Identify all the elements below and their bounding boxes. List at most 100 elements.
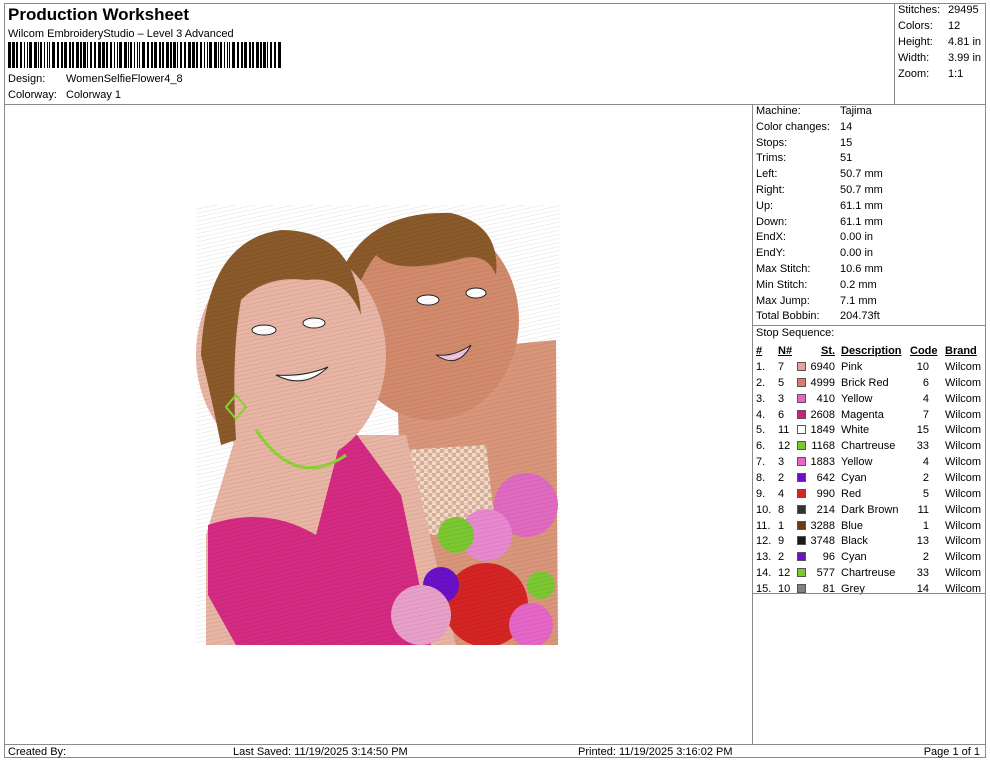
summary-value: 4.81 in: [948, 36, 982, 48]
machine-info-label: Color changes:: [756, 120, 830, 133]
stop-stitches: 2608: [810, 408, 835, 421]
barcode-bar: [137, 42, 138, 68]
stop-description: Dark Brown: [841, 503, 899, 516]
barcode-bar: [72, 42, 74, 68]
stop-sequence-end: [752, 593, 986, 594]
machine-info-value: 14: [840, 120, 853, 133]
machine-info-value: 0.00 in: [840, 247, 874, 260]
stop-row: 12. 9 3748 Black 13 Wilcom: [755, 533, 985, 549]
stop-stitches: 4999: [810, 376, 835, 389]
barcode-bar: [29, 42, 32, 68]
barcode-bar: [83, 42, 86, 68]
col-brand-header: Brand: [945, 345, 977, 357]
stop-needle: 5: [778, 376, 785, 389]
stitch-texture: [196, 205, 560, 645]
col-code-header: Code: [910, 345, 938, 357]
stop-num: 7.: [756, 456, 766, 469]
barcode-bar: [270, 42, 272, 68]
barcode-bar: [237, 42, 239, 68]
barcode-bar: [80, 42, 82, 68]
barcode-bar: [249, 42, 251, 68]
summary-value: 29495: [948, 4, 979, 16]
machine-info-label: Machine:: [756, 105, 801, 117]
machine-info-value: 7.1 mm: [840, 294, 877, 307]
machine-info-label: EndY:: [756, 247, 786, 260]
barcode-bar: [34, 42, 37, 68]
stop-needle: 2: [778, 551, 785, 564]
stop-row: 14. 12 577 Chartreuse 33 Wilcom: [755, 565, 985, 581]
barcode-bar: [102, 42, 105, 68]
color-swatch: [797, 472, 806, 482]
barcode-bar: [49, 42, 50, 68]
stop-description: Yellow: [841, 392, 873, 405]
barcode-bar: [188, 42, 191, 68]
stop-stitches: 6940: [810, 361, 835, 373]
barcode-bar: [274, 42, 276, 68]
barcode-bar: [159, 42, 161, 68]
barcode-bar: [117, 42, 118, 68]
stop-stitches: 990: [816, 487, 835, 500]
color-swatch: [797, 583, 806, 593]
stop-description: White: [841, 424, 870, 437]
barcode-bar: [47, 42, 48, 68]
machine-info-value: 50.7 mm: [840, 184, 883, 196]
barcode-bar: [184, 42, 186, 68]
barcode-bar: [241, 42, 243, 68]
stop-brand: Wilcom: [945, 440, 982, 453]
color-swatch: [797, 393, 806, 403]
barcode-bar: [106, 42, 108, 68]
stop-row: 7. 3 1883 Yellow 4 Wilcom: [755, 454, 985, 470]
stop-num: 10.: [756, 503, 772, 516]
summary-label: Zoom:: [898, 68, 930, 80]
machine-info-value: 15: [840, 136, 853, 149]
stop-description: Red: [841, 487, 862, 500]
barcode-bar: [64, 42, 67, 68]
stop-needle: 2: [778, 471, 785, 484]
stop-code: 10: [916, 361, 929, 373]
stop-needle: 11: [778, 424, 790, 437]
stop-stitches: 3748: [810, 535, 835, 548]
stop-stitches: 1883: [810, 456, 835, 469]
color-swatch: [797, 377, 806, 387]
barcode-bar: [20, 42, 22, 68]
barcode-bar: [177, 42, 178, 68]
col-num-header: #: [756, 345, 763, 357]
stop-row: 10. 8 214 Dark Brown 11 Wilcom: [755, 502, 985, 518]
stop-needle: 10: [778, 582, 791, 595]
machine-info-label: EndX:: [756, 231, 786, 244]
machine-info-label: Total Bobbin:: [756, 310, 820, 323]
barcode-bar: [220, 42, 222, 68]
stop-row: 15. 10 81 Grey 14 Wilcom: [755, 581, 985, 597]
stop-brand: Wilcom: [945, 408, 982, 421]
colorway-value: Colorway 1: [66, 89, 122, 101]
barcode-bar: [218, 42, 219, 68]
stop-num: 5.: [756, 424, 766, 437]
design-label: Design:: [8, 73, 46, 85]
stop-description: Magenta: [841, 408, 884, 421]
stop-stitches: 1849: [810, 424, 835, 437]
stop-row: 4. 6 2608 Magenta 7 Wilcom: [755, 407, 985, 423]
machine-info-value: 204.73ft: [840, 310, 880, 323]
stop-needle: 3: [778, 392, 785, 405]
machine-info-value: 51: [840, 152, 853, 165]
machine-info-label: Up:: [756, 199, 774, 212]
machine-info-label: Max Stitch:: [756, 263, 811, 275]
color-swatch: [797, 362, 806, 371]
colorway-label: Colorway:: [8, 89, 57, 101]
stop-needle: 7: [778, 361, 785, 373]
stop-description: Yellow: [841, 456, 873, 469]
barcode: [8, 42, 281, 68]
stop-code: 33: [916, 440, 929, 453]
summary-label: Stitches:: [898, 4, 941, 16]
barcode-bar: [98, 42, 101, 68]
barcode-bar: [38, 42, 39, 68]
barcode-bar: [278, 42, 281, 68]
col-st-header: St.: [821, 345, 836, 357]
machine-info-label: Stops:: [756, 136, 788, 149]
stop-code: 2: [922, 471, 929, 484]
stop-code: 5: [922, 487, 929, 500]
machine-info-label: Right:: [756, 184, 785, 196]
barcode-bar: [214, 42, 217, 68]
stop-sequence-header: # N# St. Description Code Brand: [755, 343, 985, 359]
stop-num: 15.: [756, 582, 772, 595]
